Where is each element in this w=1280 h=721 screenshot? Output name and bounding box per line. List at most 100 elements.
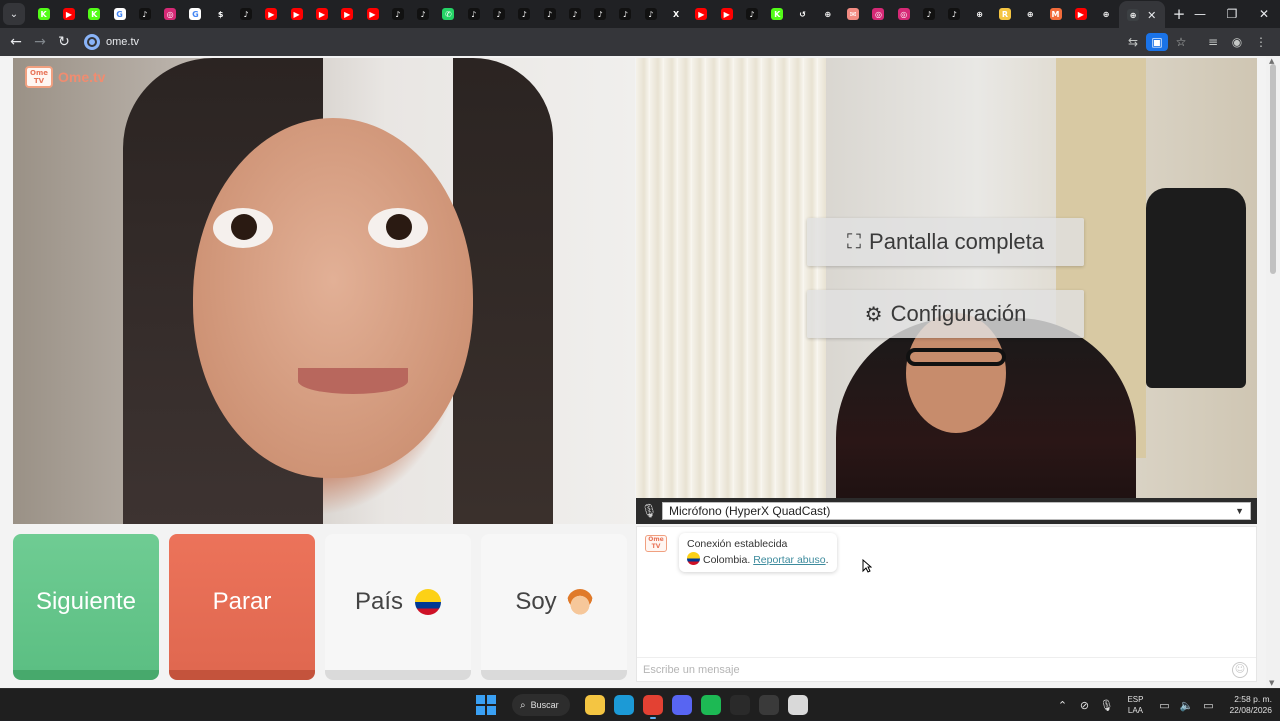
language-indicator[interactable]: ESP LAA [1127, 694, 1143, 716]
report-abuse-link[interactable]: Reportar abuso [753, 554, 825, 566]
browser-tab[interactable]: K [31, 1, 56, 27]
translate-icon[interactable]: ⇆ [1122, 35, 1144, 49]
taskbar-search[interactable]: ⌕ Buscar [512, 694, 570, 716]
reload-button[interactable]: ↻ [52, 34, 76, 50]
battery-icon[interactable]: ▭ [1197, 699, 1219, 712]
tab-active[interactable]: ⊕ ✕ [1118, 1, 1165, 29]
browser-tab[interactable]: ✉ [841, 1, 866, 27]
discord-icon[interactable] [671, 695, 692, 715]
tiktok-icon: ♪ [543, 8, 556, 20]
browser-tab[interactable]: ✆ [436, 1, 461, 27]
browser-tab[interactable]: ♪ [537, 1, 562, 27]
browser-tab[interactable]: ↺ [790, 1, 815, 27]
close-tab-icon[interactable]: ✕ [1147, 9, 1156, 22]
browser-tab[interactable]: ♪ [461, 1, 486, 27]
mouse-cursor-icon [862, 559, 872, 573]
browser-tab[interactable]: G [183, 1, 208, 27]
browser-tab[interactable]: K [765, 1, 790, 27]
browser-tab[interactable]: ♪ [486, 1, 511, 27]
browser-tab[interactable]: ⊕ [1018, 1, 1043, 27]
browser-tab[interactable]: ◎ [866, 1, 891, 27]
network-off-icon[interactable]: ⊘ [1073, 699, 1095, 712]
back-button[interactable]: ← [4, 34, 28, 50]
gender-button[interactable]: Soy [481, 534, 627, 680]
address-bar[interactable]: ome.tv [80, 30, 1120, 54]
tiktok-icon: ♪ [467, 8, 480, 20]
profile-icon[interactable]: ◉ [1226, 35, 1248, 49]
background-curtain [636, 58, 826, 524]
menu-icon[interactable]: ⋮ [1250, 35, 1272, 49]
windows-start-icon[interactable] [476, 695, 496, 715]
colombia-flag-icon [687, 552, 700, 565]
chevron-up-icon[interactable]: ⌃ [1051, 699, 1073, 712]
browser-tab[interactable]: ▶ [360, 1, 385, 27]
browser-tab[interactable]: ♪ [739, 1, 764, 27]
browser-tab[interactable]: ♪ [512, 1, 537, 27]
browser-tab[interactable]: ▶ [309, 1, 334, 27]
bookmark-star-icon[interactable]: ☆ [1170, 35, 1192, 49]
monitor-icon[interactable]: ▭ [1153, 699, 1175, 712]
browser-tab[interactable]: ▶ [689, 1, 714, 27]
browser-tab[interactable]: ⊕ [967, 1, 992, 27]
browser-tab[interactable]: $ [208, 1, 233, 27]
app-box-icon[interactable] [787, 695, 808, 715]
clock[interactable]: 2:58 p. m. 22/08/2026 [1229, 694, 1272, 716]
file-explorer-icon[interactable] [584, 695, 605, 715]
next-button[interactable]: Siguiente [13, 534, 159, 680]
site-logo[interactable]: Ome TV Ome.tv [25, 66, 105, 88]
tab-search-button[interactable]: ⌄ [3, 3, 25, 25]
edge-icon[interactable] [613, 695, 634, 715]
tab-list: K ▶ K G ♪ ◎ G $ ♪ ▶ ▶ ▶ ▶ ▶ ♪ ♪ ✆ ♪ ♪ ♪ ♪ ♪ ♪ ♪ ♪ X ▶ ▶ ♪ K ↺ ⊕ ✉ ◎ ◎ ♪ ♪ ⊕ R ⊕… [31, 1, 1119, 27]
message-input-bar: ☺ [637, 657, 1256, 681]
browser-tab[interactable]: ▶ [259, 1, 284, 27]
spotify-icon[interactable] [700, 695, 721, 715]
browser-tab[interactable]: ♪ [588, 1, 613, 27]
browser-tab[interactable]: ◎ [891, 1, 916, 27]
scroll-down-icon[interactable]: ▼ [1269, 679, 1274, 687]
scrollbar-thumb[interactable] [1270, 64, 1276, 274]
message-input[interactable] [643, 663, 1203, 676]
page-scrollbar[interactable]: ▲ ▼ [1266, 56, 1280, 688]
browser-tab[interactable]: ▶ [56, 1, 81, 27]
browser-tab[interactable]: ♪ [942, 1, 967, 27]
country-button[interactable]: País [325, 534, 471, 680]
browser-tab[interactable]: ▶ [1068, 1, 1093, 27]
browser-tab[interactable]: ♪ [410, 1, 435, 27]
browser-tab[interactable]: G [107, 1, 132, 27]
forward-button[interactable]: → [28, 34, 52, 50]
site-info-icon[interactable] [84, 34, 100, 50]
browser-tab[interactable]: ▶ [335, 1, 360, 27]
browser-tab[interactable]: ♪ [132, 1, 157, 27]
browser-tab[interactable]: ▶ [284, 1, 309, 27]
reading-list-icon[interactable]: ≡ [1202, 35, 1224, 49]
browser-tab[interactable]: M [1043, 1, 1068, 27]
browser-tab[interactable]: ♪ [638, 1, 663, 27]
microphone-select[interactable]: Micrófono (HyperX QuadCast) ▼ [662, 502, 1251, 520]
browser-tab[interactable]: R [992, 1, 1017, 27]
browser-tab[interactable]: ♪ [385, 1, 410, 27]
browser-tab[interactable]: ♪ [233, 1, 258, 27]
cast-icon[interactable]: ▣ [1146, 33, 1168, 51]
restore-button[interactable]: ❐ [1216, 0, 1248, 28]
fullscreen-button[interactable]: ⛶ Pantalla completa [807, 218, 1084, 266]
browser-tab[interactable]: ▶ [714, 1, 739, 27]
url-text[interactable]: ome.tv [106, 36, 139, 48]
settings-button[interactable]: ⚙ Configuración [807, 290, 1084, 338]
stop-button[interactable]: Parar [169, 534, 315, 680]
browser-tab[interactable]: X [663, 1, 688, 27]
speaker-icon[interactable]: 🔈 [1175, 699, 1197, 712]
minimize-button[interactable]: — [1184, 0, 1216, 28]
chrome-icon[interactable] [642, 695, 663, 719]
browser-tab[interactable]: K [82, 1, 107, 27]
browser-tab[interactable]: ♪ [916, 1, 941, 27]
smile-icon[interactable]: ☺ [1232, 662, 1248, 678]
browser-tab[interactable]: ⊕ [1093, 1, 1118, 27]
microphone-icon[interactable]: 🎙 [1095, 699, 1117, 712]
browser-tab[interactable]: ⊕ [815, 1, 840, 27]
browser-tab[interactable]: ♪ [613, 1, 638, 27]
close-window-button[interactable]: ✕ [1248, 0, 1280, 28]
browser-tab[interactable]: ♪ [562, 1, 587, 27]
steam-icon[interactable] [758, 695, 779, 715]
browser-tab[interactable]: ◎ [157, 1, 182, 27]
app-wave-icon[interactable] [729, 695, 750, 715]
